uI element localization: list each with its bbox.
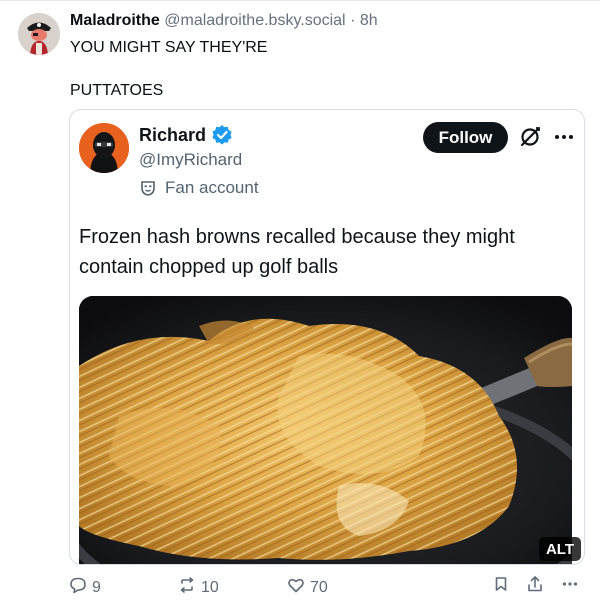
repost-button[interactable]: 10 <box>178 576 219 599</box>
embed-tag-label: Fan account <box>165 178 259 197</box>
embed-text-line: contain chopped up golf balls <box>79 256 339 278</box>
bookmark-icon <box>493 576 509 597</box>
embed-name-row: Richard <box>139 124 233 146</box>
post-text: YOU MIGHT SAY THEY'RE PUTTATOES <box>70 37 267 101</box>
repost-icon <box>178 576 196 599</box>
post: Maladroithe @maladroithe.bsky.social · 8… <box>0 0 600 608</box>
mask-icon <box>139 179 157 197</box>
embed-name: Richard <box>139 124 207 145</box>
embed-avatar <box>79 123 129 173</box>
post-actions: 9 10 70 <box>0 573 600 599</box>
post-text-line: YOU MIGHT SAY THEY'RE <box>70 39 268 56</box>
like-button[interactable]: 70 <box>287 576 328 599</box>
like-icon <box>287 576 305 599</box>
post-text-line: PUTTATOES <box>70 82 164 99</box>
embed-handle: @ImyRichard <box>139 150 243 169</box>
repost-count: 10 <box>201 578 219 596</box>
follow-button: Follow <box>423 122 508 153</box>
embed-text: Frozen hash browns recalled because they… <box>79 222 569 282</box>
alt-badge[interactable]: ALT <box>539 537 581 561</box>
embed-text-line: Frozen hash browns recalled because they… <box>79 226 515 248</box>
share-icon <box>526 575 544 598</box>
embed-fan-tag: Fan account <box>139 178 259 198</box>
reply-button[interactable]: 9 <box>69 576 101 599</box>
grok-icon <box>517 124 543 150</box>
separator-dot: · <box>350 12 356 29</box>
more-options-button[interactable] <box>559 575 581 597</box>
verified-icon <box>211 124 233 146</box>
post-header: Maladroithe @maladroithe.bsky.social · 8… <box>70 12 378 30</box>
more-icon <box>561 575 579 598</box>
reply-icon <box>69 576 87 599</box>
reply-count: 9 <box>92 578 101 596</box>
embed-more-icon <box>551 124 577 150</box>
like-count: 70 <box>310 578 328 596</box>
author-avatar[interactable] <box>18 13 60 55</box>
bookmark-button[interactable] <box>490 575 512 597</box>
author-name[interactable]: Maladroithe <box>70 12 160 29</box>
post-time[interactable]: 8h <box>360 12 378 29</box>
share-button[interactable] <box>524 575 546 597</box>
embedded-image-card[interactable]: Richard @ImyRichard Fan account Follow F… <box>69 109 585 565</box>
post-text-spacer <box>70 58 267 80</box>
hash-browns-photo <box>79 296 572 564</box>
author-handle[interactable]: @maladroithe.bsky.social <box>164 12 345 29</box>
